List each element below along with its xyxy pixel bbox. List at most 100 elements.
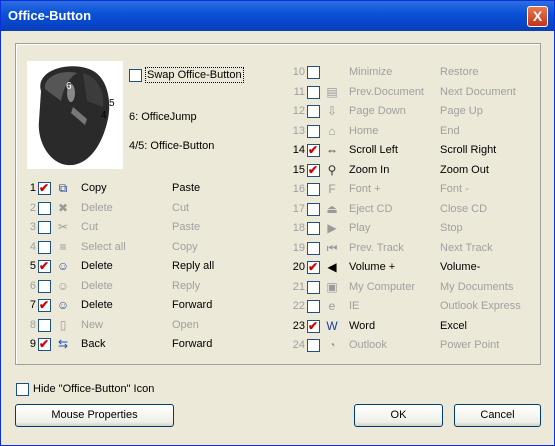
option-alt-label: Cut <box>172 201 190 214</box>
option-row[interactable]: 5 ☺ Delete Reply all <box>24 258 264 276</box>
option-row[interactable]: 12 ⇩ Page Down Page Up <box>289 103 529 121</box>
title-bar[interactable]: Office-Button X <box>1 1 554 31</box>
option-number: 19 <box>292 241 305 254</box>
option-checkbox[interactable] <box>38 221 51 234</box>
option-checkbox[interactable] <box>38 297 51 313</box>
option-row[interactable]: 7 ☺ Delete Forward <box>24 297 264 315</box>
mouse-label-6: 6 <box>66 81 72 92</box>
outlook-icon: ◔ <box>328 338 336 352</box>
option-checkbox[interactable] <box>38 180 51 196</box>
option-row[interactable]: 14 ⇔ Scroll Left Scroll Right <box>289 142 529 160</box>
option-checkbox[interactable] <box>307 183 320 196</box>
option-alt-label: Paste <box>172 221 201 233</box>
option-row[interactable]: 13 ⌂ Home End <box>289 123 529 141</box>
option-row[interactable]: 3 ✂ Cut Paste <box>24 219 264 237</box>
swap-checkbox[interactable] <box>129 69 142 82</box>
hide-icon-checkbox[interactable] <box>16 383 29 396</box>
option-checkbox[interactable] <box>38 201 51 215</box>
option-number: 16 <box>292 183 305 195</box>
option-checkbox[interactable] <box>307 259 320 275</box>
page-down-icon: ⇩ <box>326 104 338 118</box>
back-forward-arrows-icon: ⇆ <box>57 337 69 351</box>
option-row[interactable]: 17 ⏏ Eject CD Close CD <box>289 201 529 219</box>
hide-icon-row[interactable]: Hide "Office-Button" Icon <box>16 381 216 399</box>
mouse-label-4: 4 <box>101 110 107 121</box>
option-row[interactable]: 21 ▣ My Computer My Documents <box>289 279 529 297</box>
option-label: Prev.Document <box>349 85 424 98</box>
option-alt-label: Restore <box>440 66 479 78</box>
option-row[interactable]: 4 ≡ Select all Copy <box>24 239 264 257</box>
option-number: 3 <box>29 221 36 233</box>
ok-button[interactable]: OK <box>354 404 443 427</box>
volume-icon: ◀ <box>327 260 337 274</box>
previous-track-icon: ⏮ <box>326 240 338 255</box>
option-row[interactable]: 24 ◔ Outlook Power Point <box>289 337 529 355</box>
option-checkbox[interactable] <box>307 162 320 178</box>
close-button[interactable]: X <box>527 6 548 27</box>
word-icon: W <box>326 318 338 333</box>
option-row[interactable]: 8 ▯ New Open <box>24 317 264 335</box>
option-alt-label: Stop <box>440 222 463 234</box>
option-alt-label: Next Document <box>440 85 516 98</box>
option-label: Outlook <box>349 339 387 351</box>
option-alt-label: Forward <box>172 299 213 311</box>
cancel-button[interactable]: Cancel <box>454 404 541 427</box>
info-officejump: 6: OfficeJump <box>129 111 197 123</box>
option-checkbox[interactable] <box>307 280 320 294</box>
option-row[interactable]: 16 F Font + Font - <box>289 181 529 199</box>
option-checkbox[interactable] <box>307 318 320 334</box>
internet-explorer-icon: e <box>328 299 336 313</box>
option-row[interactable]: 19 ⏮ Prev. Track Next Track <box>289 240 529 258</box>
window-title: Office-Button <box>8 8 92 23</box>
option-number: 7 <box>29 299 36 311</box>
swap-checkbox-row[interactable]: Swap Office-Button <box>129 67 259 85</box>
option-alt-label: Volume- <box>440 261 481 273</box>
option-row[interactable]: 11 ▤ Prev.Document Next Document <box>289 84 529 102</box>
option-label: Volume + <box>349 261 396 273</box>
option-alt-label: Reply all <box>172 260 215 272</box>
option-number: 20 <box>292 261 305 273</box>
option-row[interactable]: 15 ⚲ Zoom In Zoom Out <box>289 162 529 180</box>
option-label: New <box>81 318 104 331</box>
option-label: Home <box>349 124 379 137</box>
option-row[interactable]: 18 ▶ Play Stop <box>289 220 529 238</box>
option-label: Minimize <box>349 66 393 78</box>
option-number: 17 <box>292 202 305 215</box>
option-row[interactable]: 22 e IE Outlook Express <box>289 298 529 316</box>
option-alt-label: Scroll Right <box>440 144 497 156</box>
scissors-icon: ✂ <box>57 220 69 234</box>
option-checkbox[interactable] <box>38 336 51 352</box>
option-checkbox[interactable] <box>38 318 51 332</box>
option-checkbox[interactable] <box>307 222 320 235</box>
option-number: 9 <box>29 338 36 350</box>
option-label: Copy <box>81 182 107 194</box>
option-row[interactable]: 2 ✖ Delete Cut <box>24 200 264 218</box>
option-row[interactable]: 20 ◀ Volume + Volume- <box>289 259 529 277</box>
option-checkbox[interactable] <box>38 240 51 254</box>
option-row[interactable]: 9 ⇆ Back Forward <box>24 336 264 354</box>
option-checkbox[interactable] <box>307 142 320 158</box>
option-alt-label: Copy <box>172 240 198 253</box>
option-row[interactable]: 23 W Word Excel <box>289 318 529 336</box>
document-pages-icon: ▤ <box>326 84 338 99</box>
option-checkbox[interactable] <box>38 279 51 293</box>
option-checkbox[interactable] <box>307 105 320 118</box>
scroll-horizontal-icon: ⇔ <box>326 143 338 157</box>
option-number: 2 <box>29 201 36 214</box>
option-checkbox[interactable] <box>307 339 320 352</box>
option-row[interactable]: 10 Minimize Restore <box>289 64 529 82</box>
option-alt-label: Open <box>172 318 199 331</box>
option-label: Font + <box>349 183 381 195</box>
option-checkbox[interactable] <box>307 202 320 216</box>
option-checkbox[interactable] <box>38 258 51 274</box>
option-checkbox[interactable] <box>307 85 320 99</box>
option-checkbox[interactable] <box>307 300 320 313</box>
option-label: Play <box>349 222 371 234</box>
option-row[interactable]: 1 ⧉ Copy Paste <box>24 180 264 198</box>
option-checkbox[interactable] <box>307 66 320 79</box>
option-label: Zoom In <box>349 163 390 176</box>
option-checkbox[interactable] <box>307 124 320 138</box>
option-row[interactable]: 6 ☺ Delete Reply <box>24 278 264 296</box>
mouse-properties-button[interactable]: Mouse Properties <box>15 404 174 427</box>
option-checkbox[interactable] <box>307 241 320 255</box>
